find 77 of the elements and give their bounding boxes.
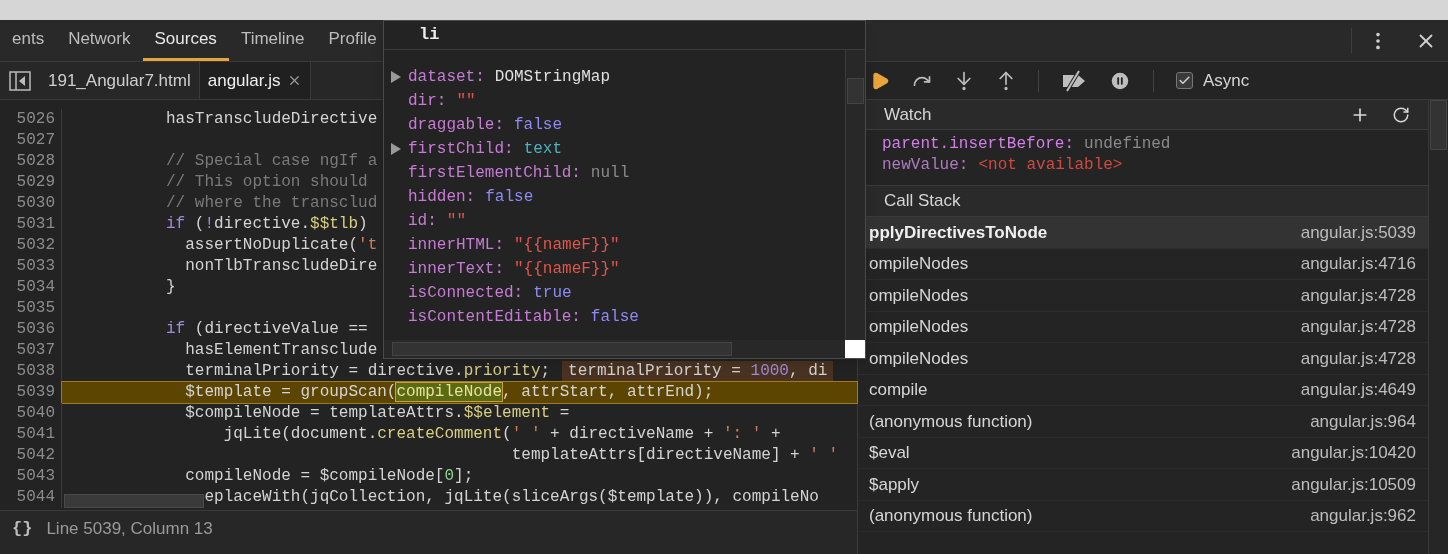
cursor-position: Line 5039, Column 13 xyxy=(46,517,213,540)
call-stack-frame[interactable]: compile angular.js:4649 xyxy=(858,374,1428,406)
scrollbar-thumb[interactable] xyxy=(847,78,864,104)
line-number: 5033 xyxy=(0,256,62,277)
line-number: 5032 xyxy=(0,235,62,256)
line-number: 5042 xyxy=(0,445,62,466)
scrollbar-thumb[interactable] xyxy=(64,494,204,508)
pretty-print-button[interactable]: {} xyxy=(12,515,33,542)
line-number: 5044 xyxy=(0,487,62,508)
panel-tab[interactable]: Network xyxy=(56,20,143,61)
panel-tab[interactable]: Timeline xyxy=(228,20,317,61)
property-row-text: innerHTML: "{{nameF}}" xyxy=(408,235,620,256)
inline-value: terminalPriority = 1000, di xyxy=(568,361,828,382)
property-row-text: dataset: DOMStringMap xyxy=(408,67,611,88)
code-line: // This option should xyxy=(166,172,368,193)
line-number: 5041 xyxy=(0,424,62,445)
async-label: Async xyxy=(1203,69,1250,92)
watch-expression: newValue: <not available> xyxy=(882,155,1124,176)
file-tab[interactable]: angular.js xyxy=(198,62,311,99)
code-line: } xyxy=(166,277,176,298)
panel-tab[interactable]: ents xyxy=(0,20,57,61)
line-number: 5036 xyxy=(0,319,62,340)
code-line: terminalPriority = directive.priority; xyxy=(185,361,551,382)
property-row-text: firstElementChild: null xyxy=(408,163,630,184)
refresh-icon[interactable] xyxy=(1392,105,1410,124)
call-stack-frame[interactable]: (anonymous function) angular.js:964 xyxy=(858,406,1428,438)
code-line: hasElementTransclude xyxy=(185,340,378,361)
expand-arrow-icon[interactable] xyxy=(391,71,401,83)
file-tab[interactable]: 191_Angular7.html xyxy=(40,62,199,99)
code-line: nonTlbTranscludeDire xyxy=(185,256,378,277)
resume-icon[interactable] xyxy=(870,70,890,91)
property-row-text: isContentEditable: false xyxy=(408,307,639,328)
code-line: if (directiveValue == xyxy=(166,319,368,340)
line-number: 5029 xyxy=(0,172,62,193)
deactivate-breakpoints-icon[interactable] xyxy=(1061,69,1087,92)
line-number: 5026 xyxy=(0,109,62,130)
call-stack-frame[interactable]: $eval angular.js:10420 xyxy=(858,437,1428,469)
code-line: // where the transclud xyxy=(166,193,378,214)
line-number: 5031 xyxy=(0,214,62,235)
line-number: 5043 xyxy=(0,466,62,487)
line-number: 5028 xyxy=(0,151,62,172)
line-number: 5030 xyxy=(0,193,62,214)
expand-arrow-icon[interactable] xyxy=(391,143,401,155)
call-stack-frame[interactable]: $apply angular.js:10509 xyxy=(858,469,1428,501)
property-row-text: isConnected: true xyxy=(408,283,572,304)
line-number: 5040 xyxy=(0,403,62,424)
code-line: compileNode = $compileNode[0]; xyxy=(185,466,474,487)
code-line: // Special case ngIf a xyxy=(166,151,378,172)
async-checkbox[interactable] xyxy=(1176,72,1193,89)
code-line: templateAttrs[directiveName] + ' ' xyxy=(511,445,839,466)
line-number: 5037 xyxy=(0,340,62,361)
line-number: 5035 xyxy=(0,298,62,319)
pause-on-exceptions-icon[interactable] xyxy=(1109,69,1131,92)
property-row-text: hidden: false xyxy=(408,187,534,208)
call-stack-frame[interactable]: (anonymous function) angular.js:962 xyxy=(858,500,1428,532)
code-line: hasTranscludeDirective xyxy=(166,109,378,130)
property-row-text: id: "" xyxy=(408,211,466,232)
code-line: assertNoDuplicate('t xyxy=(185,235,378,256)
property-row-text: firstChild: text xyxy=(408,139,563,160)
line-number: 5034 xyxy=(0,277,62,298)
code-line: if (!directive.$$tlb) xyxy=(166,214,368,235)
scrollbar-thumb[interactable] xyxy=(1430,100,1447,150)
code-line: $compileNode = templateAttrs.$$element = xyxy=(185,403,570,424)
property-row-text: dir: "" xyxy=(408,91,476,112)
property-row-text: draggable: false xyxy=(408,115,563,136)
scrollbar-corner xyxy=(845,340,865,358)
code-line: jqLite(document.createComment(' ' + directiveName + ': ' + xyxy=(223,424,781,445)
line-number: 5027 xyxy=(0,130,62,151)
checkmark-icon xyxy=(1178,74,1191,87)
step-out-icon[interactable] xyxy=(996,70,1016,91)
scrollbar-thumb[interactable] xyxy=(392,342,732,356)
watch-expression: parent.insertBefore: undefined xyxy=(882,134,1172,155)
code-line: eplaceWith(jqCollection, jqLite(sliceArgs($template)), compileNo xyxy=(204,487,819,508)
popover-title: li xyxy=(419,24,440,47)
property-row-text: innerText: "{{nameF}}" xyxy=(408,259,620,280)
step-into-icon[interactable] xyxy=(954,70,974,91)
code-line: $template = groupScan(compileNode, attrStart, attrEnd); xyxy=(185,382,714,403)
